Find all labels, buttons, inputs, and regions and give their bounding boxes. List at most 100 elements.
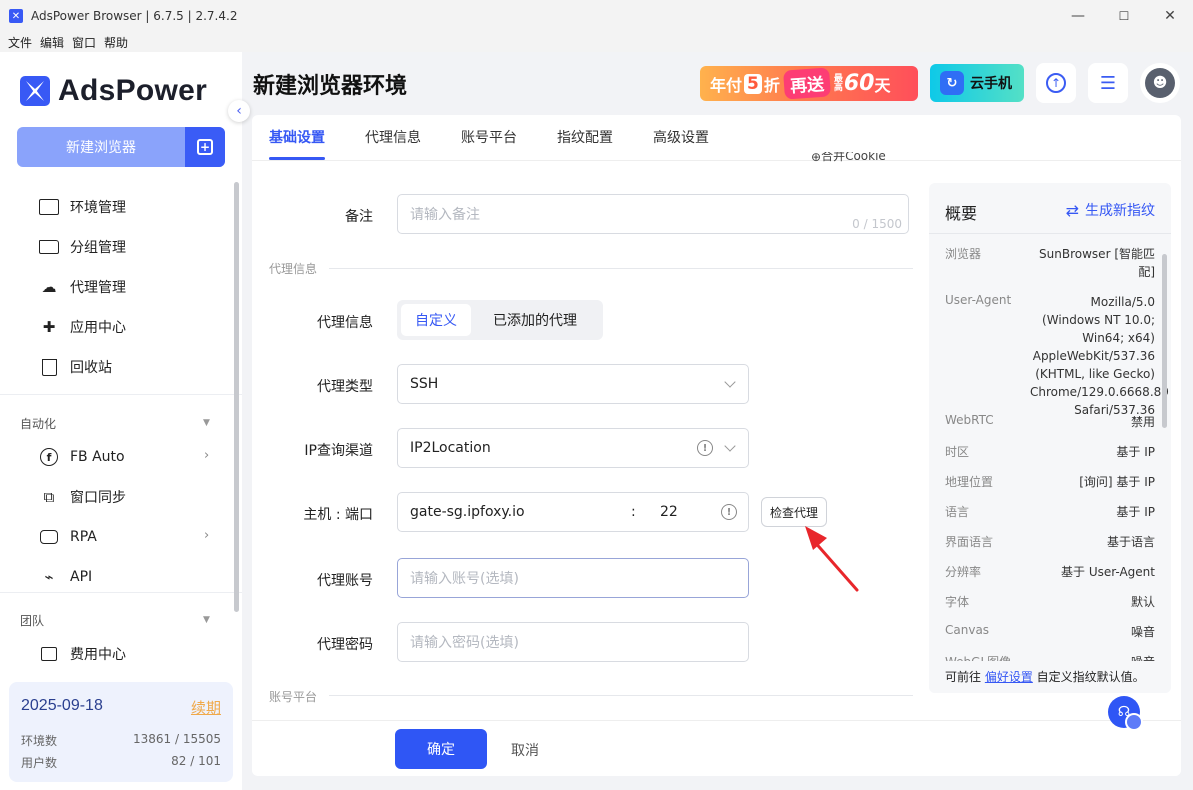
promo-five: 5 [744,73,762,94]
list-icon [38,197,60,217]
user-count-label: 用户数 [21,756,58,770]
new-browser-label[interactable]: 新建浏览器 [17,127,185,167]
proxy-account-placeholder: 请输入账号(选填) [410,571,519,587]
collapse-team-icon[interactable]: ▼ [203,615,210,625]
sidebar-item-label: 应用中心 [70,320,126,336]
sidebar-item-rpa[interactable]: RPA [38,526,97,548]
sidebar-item-label: 环境管理 [70,200,126,216]
quick-add-button[interactable]: + [185,127,225,167]
tab-fingerprint[interactable]: 指纹配置 [557,127,613,147]
host-value[interactable]: gate-sg.ipfoxy.io [410,504,525,520]
sidebar-item-billing[interactable]: 费用中心 [38,643,126,665]
summary-key: WebRTC [945,413,994,427]
env-count-row: 环境数 13861 / 15505 [21,732,221,749]
tab-proxy[interactable]: 代理信息 [365,127,421,147]
collapse-automation-icon[interactable]: ▼ [203,418,210,428]
proxy-type-label: 代理类型 [317,379,373,395]
info-icon[interactable]: ! [721,504,737,520]
merge-cookie-link[interactable]: ⊕ 合并Cookie [811,152,886,164]
sidebar-item-groups[interactable]: 分组管理 [38,236,126,258]
account-card: 2025-09-18 续期 环境数 13861 / 15505 用户数 82 /… [9,682,233,782]
chevron-down-icon [724,376,736,388]
collapse-sidebar-button[interactable]: ‹ [228,100,250,122]
proxy-password-input[interactable]: 请输入密码(选填) [397,622,749,662]
menu-window[interactable]: 窗口 [72,34,96,51]
sidebar-item-api[interactable]: ⌁ API [38,566,92,588]
option-saved-proxy[interactable]: 已添加的代理 [471,304,599,336]
summary-value: 基于语言 [1106,535,1155,549]
user-avatar[interactable]: ☻ [1140,63,1180,103]
divider [0,394,242,395]
summary-footer-text: 自定义指纹默认值。 [1032,670,1145,684]
option-custom[interactable]: 自定义 [401,304,471,336]
sidebar-item-apps[interactable]: ✚ 应用中心 [38,316,126,338]
shuffle-icon: ⇄ [1065,200,1079,220]
summary-key: Canvas [945,623,990,637]
tab-basic[interactable]: 基础设置 [269,127,325,147]
renew-link[interactable]: 续期 [191,697,221,718]
env-count-value: 13861 / 15505 [132,732,221,746]
info-icon[interactable]: ! [697,440,713,456]
puzzle-icon: ✚ [42,318,56,336]
summary-value: 基于 User-Agent [1061,565,1155,579]
promo-discount: 折 [763,75,780,95]
summary-key: 浏览器 [945,247,982,261]
promo-banner[interactable]: 年付 5 折 再送 最高 60 天 [700,66,918,101]
sidebar-item-label: API [70,569,93,585]
promo-max: 最高 [833,73,843,93]
annotation-arrow [805,526,859,592]
summary-value: 禁用 [1130,415,1155,429]
cloud-phone-label: 云手机 [970,76,1012,92]
summary-value: 基于 IP [1116,445,1155,459]
ip-channel-label: IP查询渠道 [304,443,373,459]
close-button[interactable]: ✕ [1147,0,1193,32]
brand-logo: AdsPower [20,74,207,108]
summary-scrollbar[interactable] [1162,254,1167,428]
tab-advanced[interactable]: 高级设置 [653,127,709,147]
remark-placeholder: 请输入备注 [410,207,480,223]
sidebar: AdsPower 新建浏览器 + 环境管理 分组管理 ☁ 代理管理 ✚ 应用中心… [0,52,242,790]
summary-key: 分辨率 [945,565,982,579]
generate-fingerprint-button[interactable]: ⇄ 生成新指纹 [1066,200,1155,220]
menu-help[interactable]: 帮助 [104,34,128,51]
promo-days-unit: 天 [874,75,891,95]
ip-channel-select[interactable]: IP2Location ! [397,428,749,468]
port-value[interactable]: 22 [660,504,678,520]
maximize-button[interactable]: ☐ [1101,0,1147,32]
task-list-button[interactable]: ☰ [1088,63,1128,103]
remark-input[interactable]: 请输入备注 0 / 1500 [397,194,909,234]
sidebar-item-env[interactable]: 环境管理 [38,196,126,218]
sidebar-scrollbar[interactable] [234,182,239,612]
menu-edit[interactable]: 编辑 [40,34,64,51]
generate-fingerprint-label: 生成新指纹 [1085,203,1155,219]
upload-circle-icon: ↑ [1046,73,1066,93]
tab-platform[interactable]: 账号平台 [461,127,517,147]
summary-value: 基于 IP [1116,505,1155,519]
preferences-link[interactable]: 偏好设置 [985,670,1033,684]
proxy-account-input[interactable]: 请输入账号(选填) [397,558,749,598]
user-count-value: 82 / 101 [171,754,221,768]
summary-key: 语言 [945,505,970,519]
summary-key: 界面语言 [945,535,994,549]
divider [929,233,1171,234]
host-port-input[interactable]: gate-sg.ipfoxy.io : 22 ! [397,492,749,532]
summary-value: 噪音 [1130,625,1155,639]
sidebar-item-trash[interactable]: 回收站 [38,356,112,378]
facebook-icon: f [38,447,60,467]
minimize-button[interactable]: — [1055,0,1101,32]
new-browser-button[interactable]: 新建浏览器 + [17,127,225,167]
support-headset-icon[interactable]: ☊ [1108,696,1143,731]
summary-value: SunBrowser [智能匹配] [1039,247,1155,279]
proxy-type-select[interactable]: SSH [397,364,749,404]
confirm-button[interactable]: 确定 [395,729,487,769]
menu-file[interactable]: 文件 [8,34,32,51]
update-button[interactable]: ↑ [1036,63,1076,103]
sidebar-item-proxy[interactable]: ☁ 代理管理 [38,276,127,298]
active-tab-indicator [269,157,325,160]
cloud-phone-button[interactable]: ↻ 云手机 [930,64,1024,102]
sidebar-item-fb-auto[interactable]: f FB Auto [38,446,125,468]
ip-channel-value: IP2Location [410,440,491,456]
sidebar-item-window-sync[interactable]: ⧉ 窗口同步 [38,486,126,508]
cancel-button[interactable]: 取消 [511,740,539,760]
chevron-right-icon: › [204,528,210,543]
